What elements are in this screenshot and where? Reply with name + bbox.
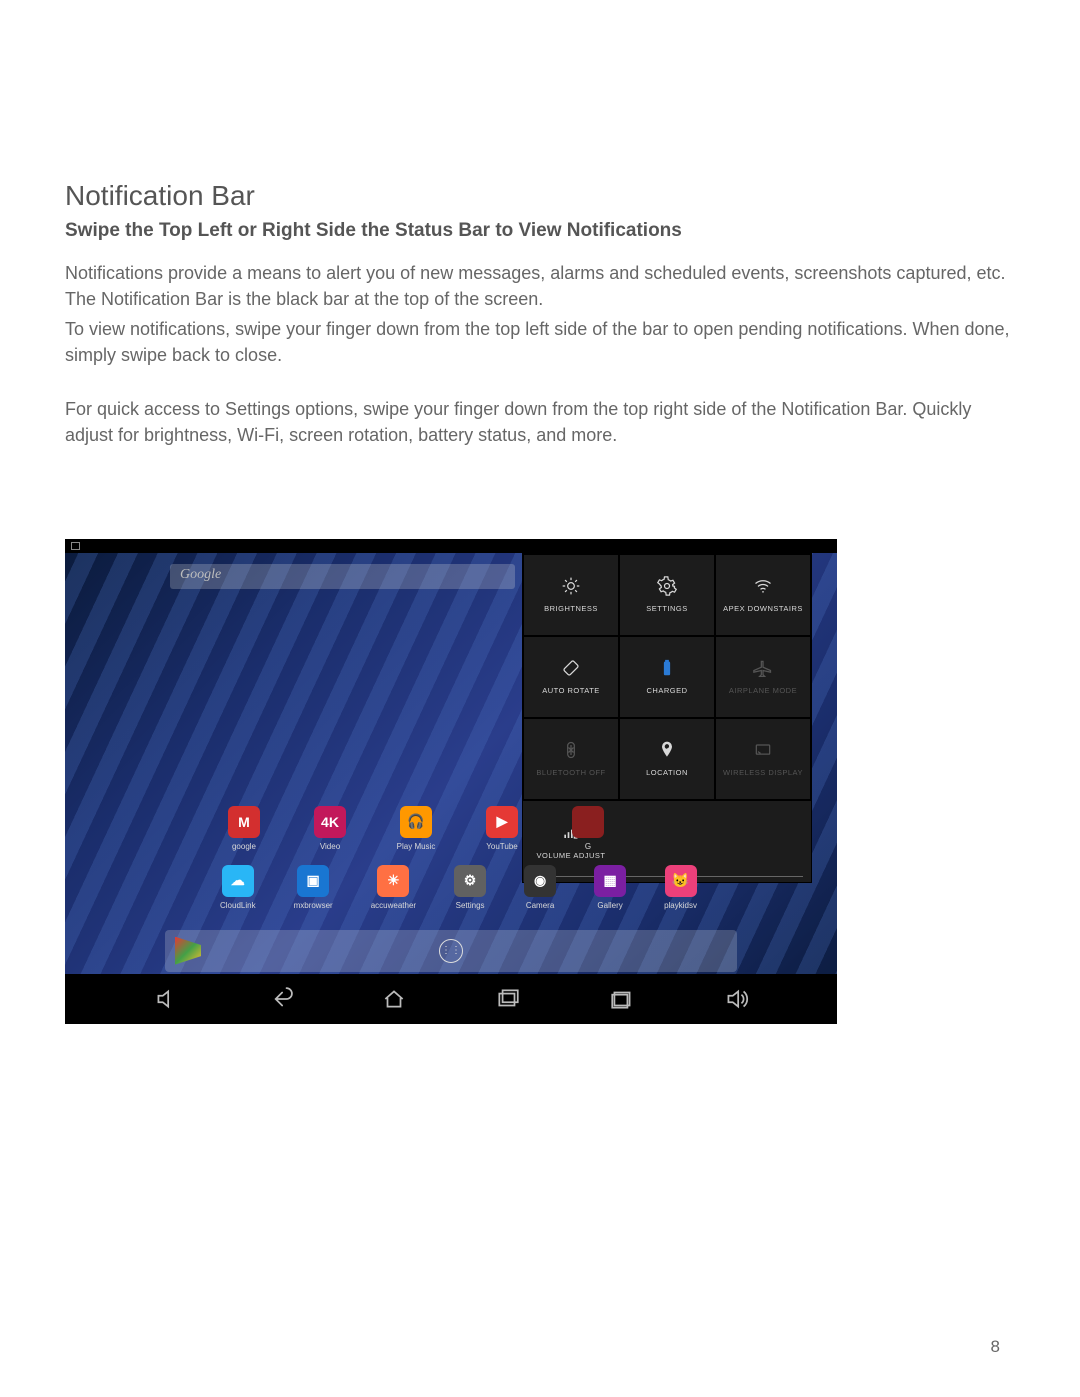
screenshot-button[interactable] xyxy=(609,988,635,1010)
paragraph-1: Notifications provide a means to alert y… xyxy=(65,260,1015,312)
tile-label: WIRELESS DISPLAY xyxy=(723,768,803,777)
favorites-tray: ⋮⋮ xyxy=(165,930,737,972)
app-icon: 🎧 xyxy=(400,806,432,838)
volume-down-button[interactable] xyxy=(153,988,179,1010)
app-label: Gallery xyxy=(597,901,622,910)
tile-label: CHARGED xyxy=(646,686,687,695)
app-Play Music[interactable]: 🎧 Play Music xyxy=(392,806,440,851)
paragraph-2: To view notifications, swipe your finger… xyxy=(65,316,1015,368)
tile-wireless-display[interactable]: WIRELESS DISPLAY xyxy=(715,718,811,800)
app-playkidsv[interactable]: 😺 playkidsv xyxy=(664,865,697,910)
brightness-icon xyxy=(561,576,581,596)
play-store-icon[interactable] xyxy=(175,937,201,965)
tile-wifi[interactable]: APEX DOWNSTAIRS xyxy=(715,554,811,636)
page-subtitle: Swipe the Top Left or Right Side the Sta… xyxy=(65,220,1015,242)
tile-autorotate[interactable]: AUTO ROTATE xyxy=(523,636,619,718)
volume-up-button[interactable] xyxy=(723,988,749,1010)
paragraph-3: For quick access to Settings options, sw… xyxy=(65,396,1015,448)
app-Settings[interactable]: ⚙ Settings xyxy=(454,865,486,910)
app-icon: ◉ xyxy=(524,865,556,897)
app-icon: M xyxy=(228,806,260,838)
app-icon: ▦ xyxy=(594,865,626,897)
app-label: G xyxy=(585,842,591,851)
tile-charged[interactable]: CHARGED xyxy=(619,636,715,718)
tile-bluetooth[interactable]: BLUETOOTH OFF xyxy=(523,718,619,800)
rotate-icon xyxy=(561,658,581,678)
android-nav-bar xyxy=(65,974,837,1024)
app-label: mxbrowser xyxy=(294,901,333,910)
tile-label: AIRPLANE MODE xyxy=(729,686,797,695)
app-icon: ⚙ xyxy=(454,865,486,897)
app-icon: 4K xyxy=(314,806,346,838)
app-label: Camera xyxy=(526,901,554,910)
tile-label: LOCATION xyxy=(646,768,688,777)
app-label: Video xyxy=(320,842,340,851)
airplane-icon xyxy=(753,658,773,678)
app-icon: 😺 xyxy=(665,865,697,897)
app-row-1: Mgoogle 4K Video 🎧 Play Music ▶ YouTube G xyxy=(220,806,690,851)
app-label: Settings xyxy=(456,901,485,910)
tile-label: APEX DOWNSTAIRS xyxy=(723,604,803,613)
battery-icon xyxy=(657,658,677,678)
gear-icon xyxy=(657,576,677,596)
tile-location[interactable]: LOCATION xyxy=(619,718,715,800)
app-CloudLink[interactable]: ☁ CloudLink xyxy=(220,865,256,910)
app-label: accuweather xyxy=(371,901,416,910)
tile-brightness[interactable]: BRIGHTNESS xyxy=(523,554,619,636)
app-icon xyxy=(572,806,604,838)
app-label: YouTube xyxy=(486,842,517,851)
tile-settings[interactable]: SETTINGS xyxy=(619,554,715,636)
app-row-2: ☁ CloudLink ▣ mxbrowser ☀ accuweather ⚙ Setting… xyxy=(220,865,690,910)
app-YouTube[interactable]: ▶ YouTube xyxy=(478,806,526,851)
app-icon: ☀ xyxy=(377,865,409,897)
page-title: Notification Bar xyxy=(65,180,1015,212)
app-icon: ▶ xyxy=(486,806,518,838)
wifi-icon xyxy=(753,576,773,596)
app-google[interactable]: Mgoogle xyxy=(220,806,268,851)
app-icon: ▣ xyxy=(297,865,329,897)
app-label: Play Music xyxy=(397,842,436,851)
tile-label: SETTINGS xyxy=(646,604,688,613)
google-search-bar[interactable]: Google xyxy=(170,564,515,589)
app-icon: ☁ xyxy=(222,865,254,897)
home-button[interactable] xyxy=(381,988,407,1010)
app-label: playkidsv xyxy=(664,901,697,910)
cast-icon xyxy=(753,740,773,760)
app-label: google xyxy=(232,842,256,851)
app-Gallery[interactable]: ▦ Gallery xyxy=(594,865,626,910)
android-status-bar xyxy=(65,539,837,553)
recent-apps-button[interactable] xyxy=(495,988,521,1010)
tablet-screenshot: Google BRIGHTNESS SETTINGS APEX DOWNSTAI… xyxy=(65,539,837,1024)
app-Camera[interactable]: ◉ Camera xyxy=(524,865,556,910)
app-accuweather[interactable]: ☀ accuweather xyxy=(371,865,416,910)
status-icon xyxy=(71,542,80,550)
tile-label: BRIGHTNESS xyxy=(544,604,598,613)
tile-hidden xyxy=(715,801,811,882)
location-icon xyxy=(657,740,677,760)
all-apps-button[interactable]: ⋮⋮ xyxy=(439,939,463,963)
tile-label: BLUETOOTH OFF xyxy=(536,768,605,777)
page-number: 8 xyxy=(991,1337,1000,1357)
bluetooth-icon xyxy=(561,740,581,760)
app-G[interactable]: G xyxy=(564,806,612,851)
app-Video[interactable]: 4K Video xyxy=(306,806,354,851)
tile-airplane[interactable]: AIRPLANE MODE xyxy=(715,636,811,718)
app-label: CloudLink xyxy=(220,901,256,910)
back-button[interactable] xyxy=(267,988,293,1010)
tile-label: AUTO ROTATE xyxy=(542,686,600,695)
app-mxbrowser[interactable]: ▣ mxbrowser xyxy=(294,865,333,910)
home-apps: Mgoogle 4K Video 🎧 Play Music ▶ YouTube G ☁ Clou… xyxy=(220,806,690,924)
